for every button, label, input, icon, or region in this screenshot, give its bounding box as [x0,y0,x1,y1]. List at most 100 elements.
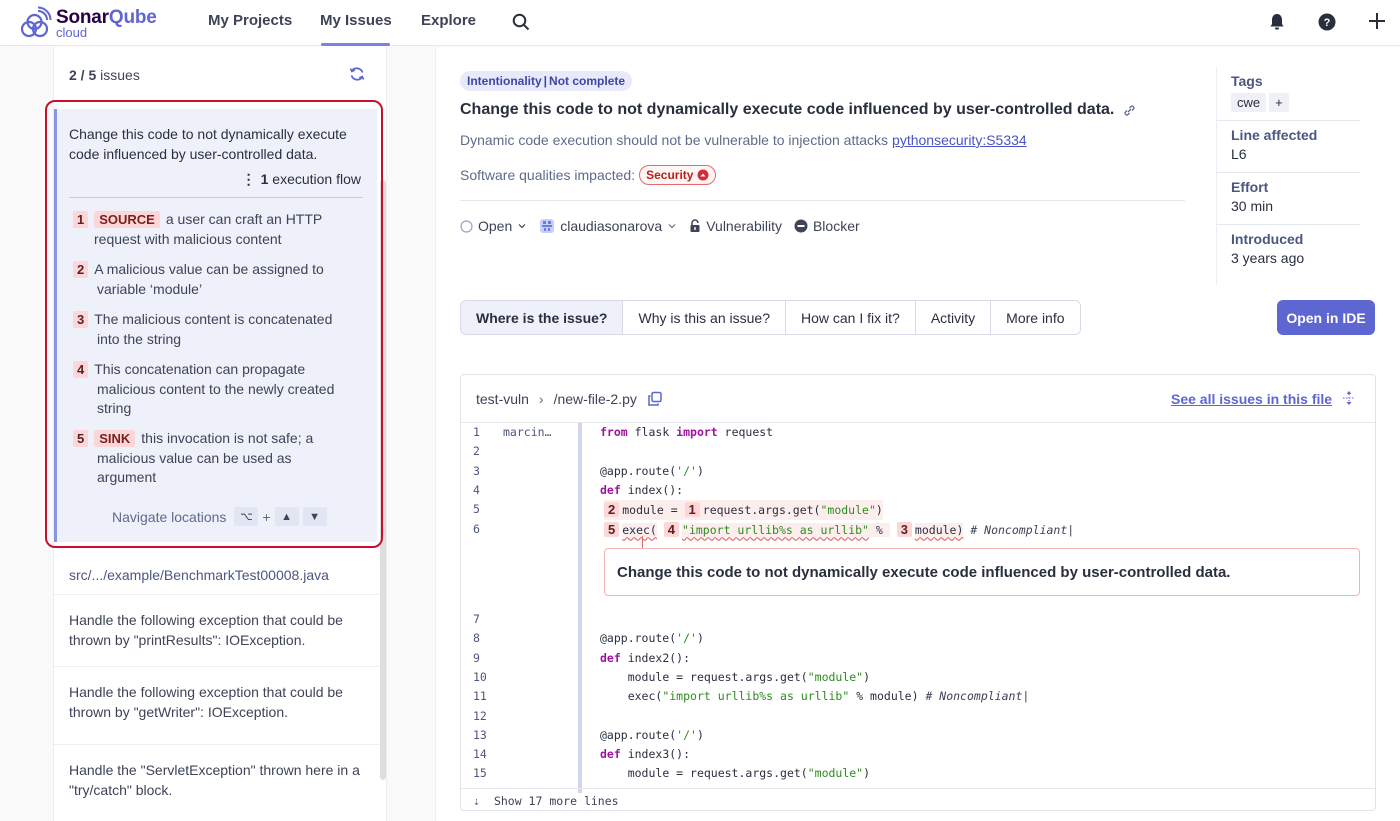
bell-icon[interactable] [1269,13,1285,31]
arrow-up-key-icon[interactable]: ▲ [274,507,299,526]
code-line: 6 5 exec( 4 "import urllib%s as urllib" % … [461,520,1375,539]
status-dropdown[interactable]: Open [460,218,527,234]
line-number[interactable]: 14 [473,745,487,764]
line-number[interactable]: 3 [473,462,480,481]
selected-issue-card[interactable]: Change this code to not dynamically exec… [54,109,377,542]
introduced-label: Introduced [1231,231,1304,247]
assignee-dropdown[interactable]: claudiasonarova [539,218,677,234]
refresh-icon[interactable] [349,66,365,82]
issue-list-item[interactable]: Handle the following exception that coul… [54,594,380,666]
issue-count-label: issues [100,67,140,83]
status-value: Open [478,218,513,234]
sonarqube-logo[interactable]: SonarQube cloud [18,6,157,40]
location-marker[interactable]: 1 [684,502,700,518]
help-icon[interactable]: ? [1318,13,1336,31]
effort-section: Effort 30 min [1217,173,1360,225]
line-number[interactable]: 6 [473,520,480,539]
search-icon[interactable] [512,13,530,31]
code-line: 4 def index(): [461,481,1375,500]
flow-step[interactable]: 1 SOURCE a user can craft an HTTP request … [73,210,363,249]
arrow-down-key-icon[interactable]: ▼ [302,507,327,526]
location-marker[interactable]: 3 [896,521,912,537]
tab-more-info[interactable]: More info [991,301,1080,334]
code-text: module = request.args.get("module") [627,669,871,684]
step-tag-source: SOURCE [94,211,160,228]
chevron-down-icon [668,224,676,229]
issue-tabs: Where is the issue? Why is this an issue… [460,300,1081,335]
nav-my-issues[interactable]: My Issues [320,12,392,29]
open-in-ide-button[interactable]: Open in IDE [1277,300,1375,335]
code-line: 3 @app.route('/') [461,462,1375,481]
copy-icon[interactable] [647,391,663,407]
flow-count-value: 1 [260,171,269,187]
flow-step[interactable]: 2 A malicious value can be assigned to va… [73,260,363,299]
location-marker[interactable]: 5 [604,521,620,537]
tab-where-is-the-issue[interactable]: Where is the issue? [461,301,624,334]
nav-my-projects[interactable]: My Projects [208,12,292,29]
security-quality-pill[interactable]: Security [639,165,717,185]
show-more-lines-button[interactable]: ⇣ Show 17 more lines [461,788,1375,810]
see-all-issues-link[interactable]: See all issues in this file [1171,391,1332,407]
code-line: 13 @app.route('/') [461,726,1375,745]
issue-meta-sidebar: Tags cwe + Line affected L6 Effort 30 min… [1216,67,1376,285]
project-name[interactable]: test-vuln [476,391,529,407]
line-affected-label: Line affected [1231,127,1318,143]
line-number[interactable]: 7 [473,610,480,629]
file-breadcrumb: test-vuln › /new-file-2.py [476,391,663,407]
issue-list-item[interactable]: Handle the "ServletException" thrown her… [54,744,380,821]
effort-value: 30 min [1231,198,1274,214]
divider [460,200,1185,201]
permalink-icon[interactable] [1122,103,1137,118]
flow-step[interactable]: 4 This concatenation can propagate malici… [73,360,363,419]
navigate-label: Navigate locations [112,508,227,525]
line-number[interactable]: 15 [473,764,487,783]
location-marker[interactable]: 2 [604,502,620,518]
code-line: 1 marcin… from flask import request [461,423,1375,442]
step-number: 2 [73,261,89,278]
execution-flow-count[interactable]: ⋮ 1 execution flow [242,171,361,188]
quality-label: Security [646,168,694,182]
file-name: /new-file-2.py [553,391,637,407]
issue-file-path[interactable]: src/.../example/BenchmarkTest00008.java [69,567,329,583]
code-text: def index(): [600,482,684,497]
line-number[interactable]: 10 [473,668,487,687]
clean-code-attribute-badge: Intentionality | Not complete [460,71,633,91]
code-text: @app.route('/') [600,631,704,646]
line-number[interactable]: 1 [473,423,480,442]
step-text-cont: request with malicious content [94,230,282,247]
plus-icon[interactable] [1367,11,1387,31]
line-number[interactable]: 11 [473,687,487,706]
show-more-label: Show 17 more lines [493,793,619,808]
line-number[interactable]: 9 [473,649,480,668]
divider [69,197,363,198]
code-text: @app.route('/') [600,727,704,742]
flow-step[interactable]: 5 SINK this invocation is not safe; a mali… [73,429,363,488]
issue-title-text: Change this code to not dynamically exec… [460,101,1115,118]
tab-how-can-i-fix-it[interactable]: How can I fix it? [785,301,916,334]
nav-explore[interactable]: Explore [421,12,476,29]
line-affected-section: Line affected L6 [1217,121,1360,173]
tab-activity[interactable]: Activity [915,301,992,334]
line-number[interactable]: 4 [473,481,480,500]
tab-why-is-this-an-issue[interactable]: Why is this an issue? [623,301,786,334]
issue-count-value: 2 / 5 [69,67,97,83]
clean-code-status: Not complete [549,74,626,88]
line-number[interactable]: 5 [473,500,480,519]
add-tag-button[interactable]: + [1269,93,1289,112]
issue-list-item[interactable]: Handle the following exception that coul… [54,666,380,744]
flow-step[interactable]: 3 The malicious content is concatenated i… [73,310,363,349]
inline-issue-message[interactable]: Change this code to not dynamically exec… [604,548,1360,596]
sidebar-scrollbar[interactable] [380,180,386,780]
rule-key-link[interactable]: pythonsecurity:S5334 [892,132,1027,148]
step-text-cont: malicious value can be used as [97,449,292,466]
code-viewer-header: test-vuln › /new-file-2.py See all issue… [461,375,1375,423]
line-number[interactable]: 2 [473,442,480,461]
line-number[interactable]: 12 [473,707,487,726]
line-number[interactable]: 8 [473,629,480,648]
svg-text:?: ? [1324,17,1331,29]
expand-icon[interactable] [1341,390,1357,406]
tag-chip[interactable]: cwe [1231,93,1267,112]
line-number[interactable]: 13 [473,726,487,745]
location-marker[interactable]: 4 [663,521,680,537]
blame-author[interactable]: marcin… [503,423,551,442]
